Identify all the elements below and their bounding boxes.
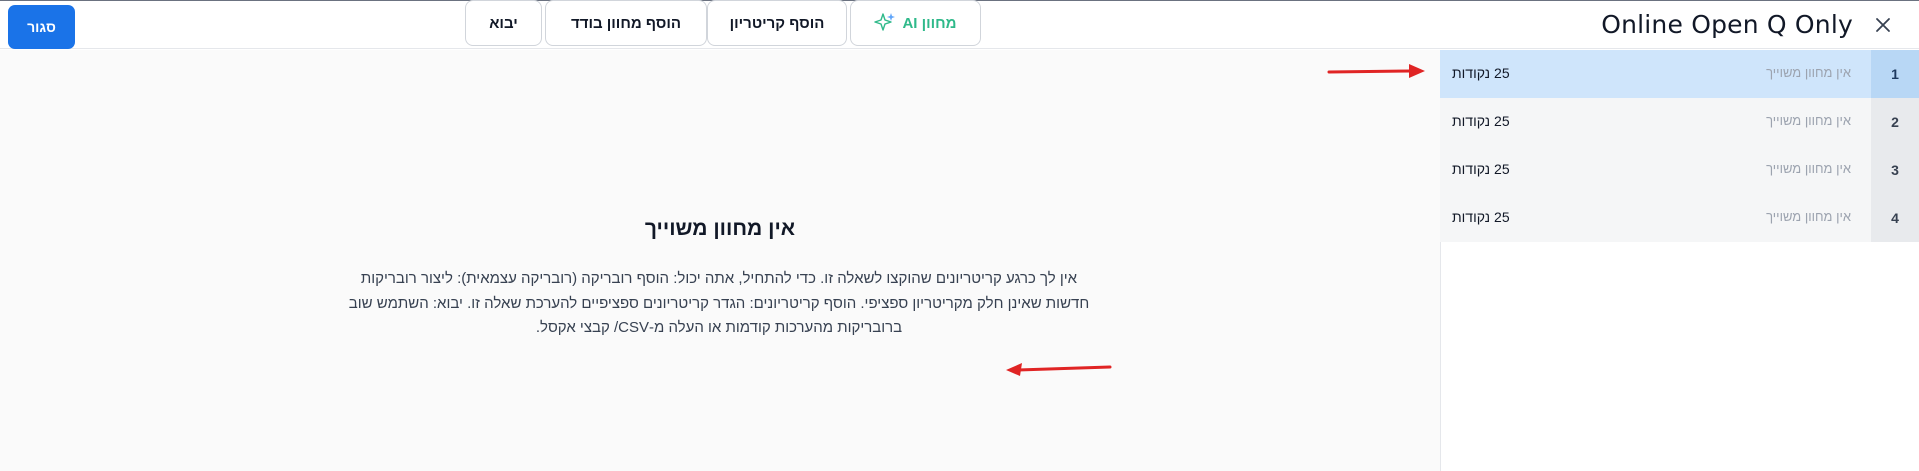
question-number: 1 [1871,50,1919,98]
import-button[interactable]: יבוא [465,0,542,46]
question-number: 2 [1871,98,1919,146]
ai-rubric-label: מחוון AI [902,14,957,32]
question-points: 25 נקודות [1452,113,1510,129]
question-number: 4 [1871,194,1919,242]
question-row-1[interactable]: 1 אין מחוון משוייך 25 נקודות [1440,50,1919,98]
question-row-2[interactable]: 2 אין מחוון משוייך 25 נקודות [1440,98,1919,146]
question-points: 25 נקודות [1452,209,1510,225]
empty-state-description: אין לך כרגע קריטריונים שהוקצו לשאלה זו. … [348,270,1090,336]
rubric-status: אין מחוון משוייך [1766,113,1851,128]
question-row-4[interactable]: 4 אין מחוון משוייך 25 נקודות [1440,194,1919,242]
question-row-3[interactable]: 3 אין מחוון משוייך 25 נקודות [1440,146,1919,194]
page-title: Online Open Q Only [1601,10,1853,39]
annotation-arrow [1327,64,1425,78]
question-points: 25 נקודות [1452,161,1510,177]
empty-state-title: אין מחוון משוייך [644,217,796,240]
add-single-rubric-label: הוסף מחוון בודד [571,14,682,32]
add-single-rubric-button[interactable]: הוסף מחוון בודד [545,0,707,46]
annotation-arrow [1006,363,1112,376]
close-icon[interactable] [1869,11,1897,39]
rubric-status: אין מחוון משוייך [1766,161,1851,176]
rubric-status: אין מחוון משוייך [1766,209,1851,224]
main-panel [0,50,1440,471]
rubric-status: אין מחוון משוייך [1766,65,1851,80]
add-criterion-button[interactable]: הוסף קריטריון [707,0,847,46]
question-number: 3 [1871,146,1919,194]
ai-rubric-button[interactable]: מחוון AI [850,0,981,46]
import-button-label: יבוא [489,14,518,32]
add-criterion-label: הוסף קריטריון [729,14,825,32]
sparkles-icon [874,12,896,34]
question-points: 25 נקודות [1452,65,1510,81]
close-button[interactable]: סגור [8,5,75,49]
